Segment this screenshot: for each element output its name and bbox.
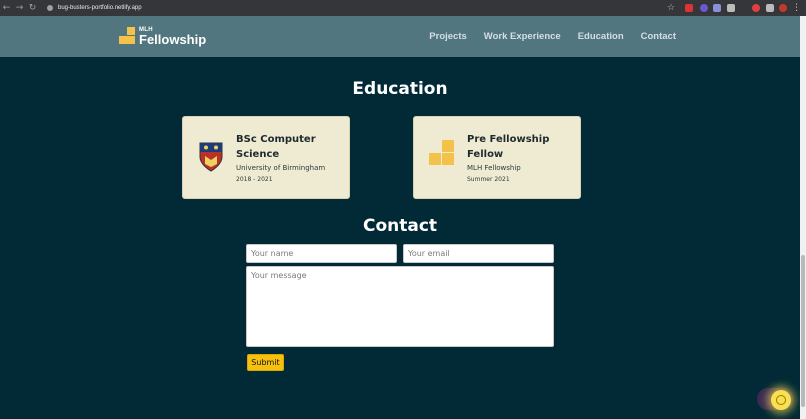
card-institution: University of Birmingham (236, 164, 326, 172)
profile-avatar-icon[interactable] (779, 4, 787, 12)
contact-heading: Contact (362, 216, 438, 236)
submit-button[interactable]: Submit (247, 354, 284, 371)
email-input[interactable] (403, 244, 554, 263)
university-crest-icon (199, 142, 223, 172)
mlh-fellowship-logo[interactable]: MLH Fellowship (119, 27, 206, 46)
url-text[interactable]: bug-busters-portfolio.netlify.app (58, 5, 142, 11)
name-input[interactable] (246, 244, 397, 263)
arrow-right-icon[interactable]: → (13, 0, 26, 16)
logo-big-text: Fellowship (139, 32, 207, 47)
nav-link-education[interactable]: Education (578, 31, 624, 42)
main-nav: Projects Work Experience Education Conta… (412, 31, 676, 42)
bookmark-star-icon[interactable]: ☆ (667, 1, 675, 15)
education-card-bsc: BSc Computer Science University of Birmi… (182, 116, 350, 199)
card-period: 2018 - 2021 (236, 176, 273, 183)
extension-icon[interactable] (700, 4, 708, 12)
card-title: Pre Fellowship Fellow (467, 134, 550, 160)
address-bar[interactable]: bug-busters-portfolio.netlify.app (47, 0, 142, 16)
fellowship-logo-icon (119, 27, 136, 45)
card-institution: MLH Fellowship (467, 164, 521, 172)
card-title: BSc Computer Science (236, 134, 316, 160)
nav-link-projects[interactable]: Projects (429, 31, 467, 42)
reload-icon[interactable]: ↻ (26, 0, 39, 16)
message-textarea[interactable] (246, 266, 554, 347)
extension-icon[interactable] (752, 4, 760, 12)
education-heading: Education (352, 79, 448, 99)
nav-link-contact[interactable]: Contact (641, 31, 676, 42)
browser-toolbar: ← → ↻ bug-busters-portfolio.netlify.app … (0, 0, 806, 16)
browser-menu-icon[interactable]: ⋮ (792, 1, 801, 15)
sun-icon[interactable] (771, 390, 791, 410)
education-card-fellowship: Pre Fellowship Fellow MLH Fellowship Sum… (413, 116, 581, 199)
fellowship-logo-icon (429, 140, 456, 167)
site-header: MLH Fellowship Projects Work Experience … (0, 16, 800, 57)
card-period: Summer 2021 (467, 176, 510, 183)
puzzle-icon[interactable] (766, 4, 774, 12)
page-scrollbar[interactable] (800, 16, 806, 419)
extension-icon[interactable] (685, 4, 693, 12)
arrow-left-icon[interactable]: ← (0, 0, 13, 16)
nav-link-work-experience[interactable]: Work Experience (484, 31, 561, 42)
extension-icon[interactable] (713, 4, 721, 12)
lock-icon (47, 5, 53, 11)
scrollbar-thumb[interactable] (801, 255, 805, 407)
extension-icon[interactable] (727, 4, 735, 12)
